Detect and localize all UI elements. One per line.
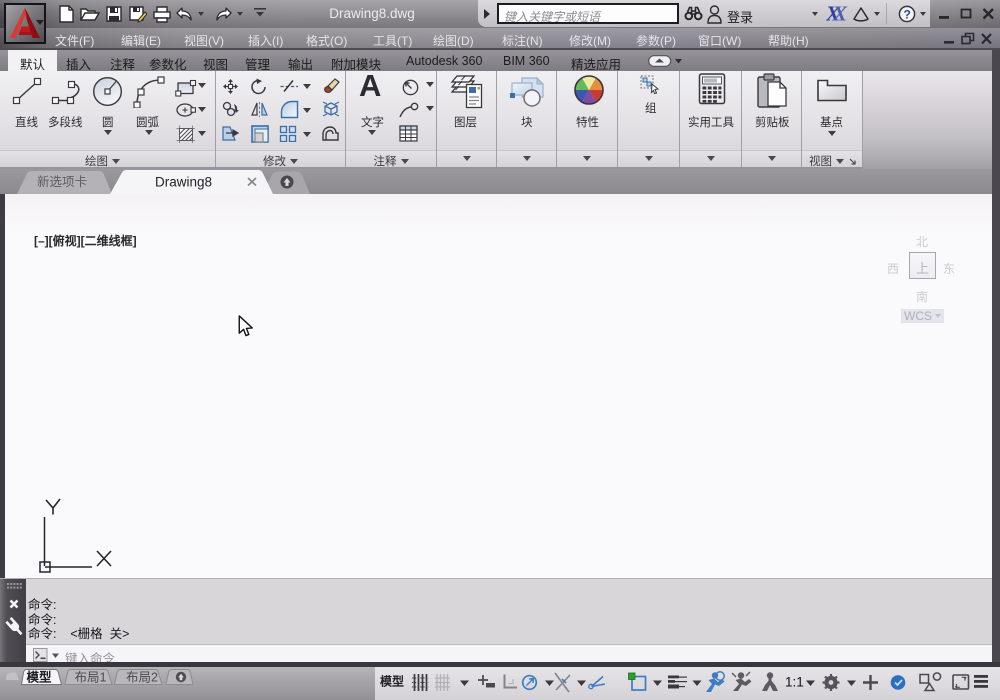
svg-text:Drawing8: Drawing8 bbox=[155, 175, 212, 190]
svg-text:?: ? bbox=[904, 8, 911, 22]
svg-text:模型: 模型 bbox=[27, 670, 53, 685]
svg-text:1:1: 1:1 bbox=[785, 675, 804, 690]
svg-text:X: X bbox=[832, 4, 848, 24]
svg-text:新选项卡: 新选项卡 bbox=[37, 174, 87, 189]
svg-text:布局2: 布局2 bbox=[126, 671, 158, 685]
svg-text:模型: 模型 bbox=[380, 674, 404, 689]
svg-text:布局1: 布局1 bbox=[75, 671, 107, 685]
